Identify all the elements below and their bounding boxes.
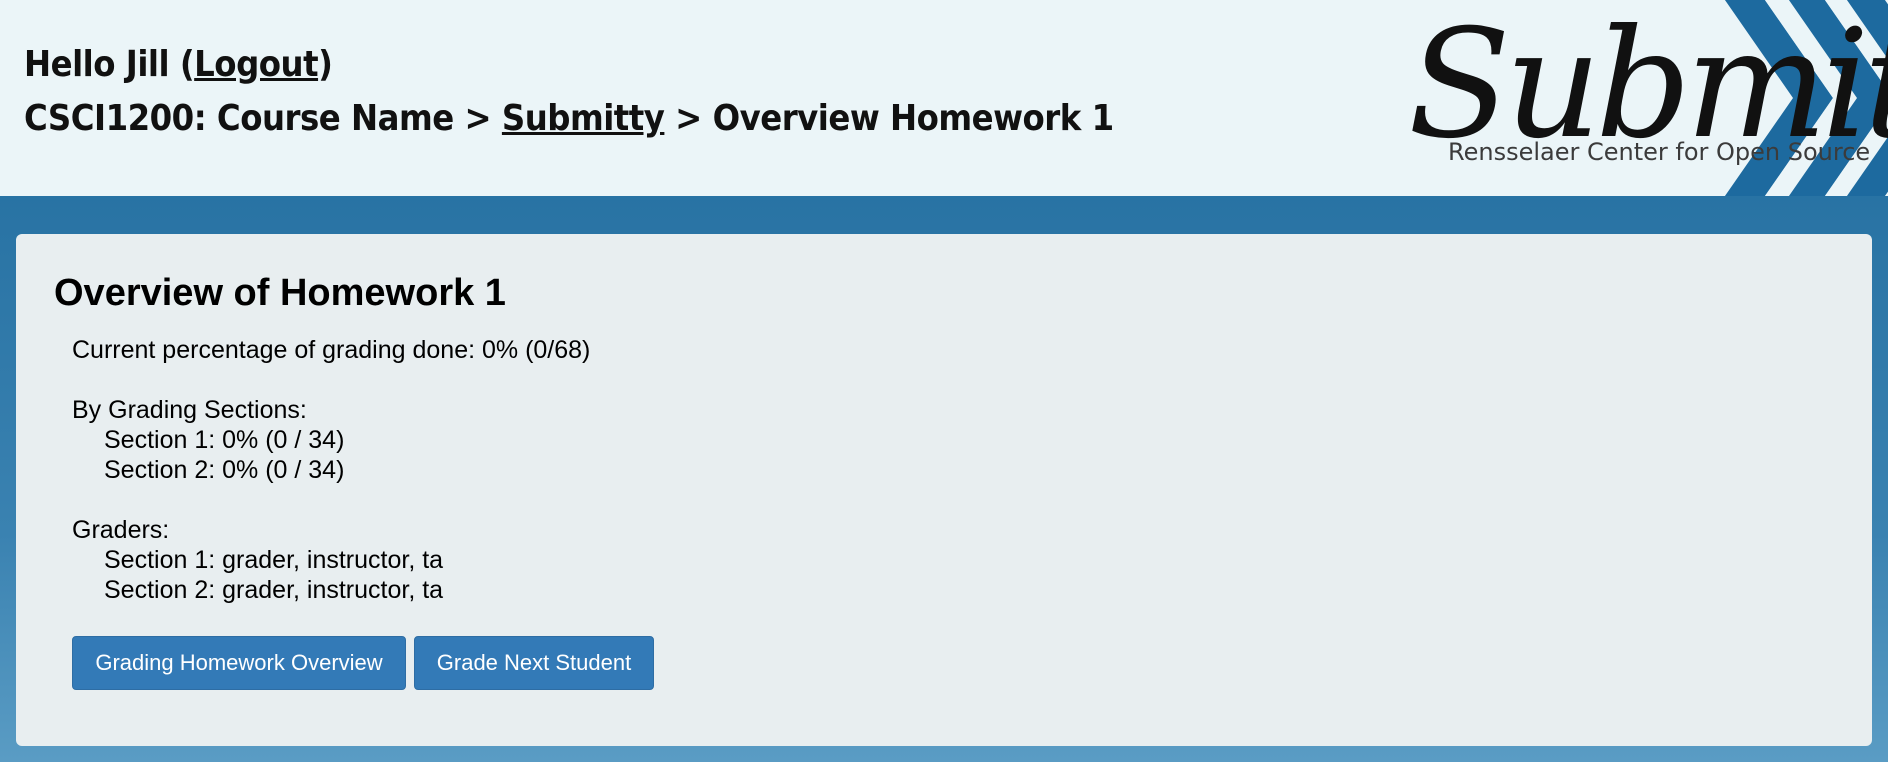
greeting-suffix: ) bbox=[318, 44, 333, 85]
breadcrumb: CSCI1200: Course Name > Submitty > Overv… bbox=[24, 92, 1114, 146]
submitty-logo[interactable]: Submitty Rensselaer Center for Open Sour… bbox=[1288, 0, 1888, 196]
header: Hello Jill (Logout) CSCI1200: Course Nam… bbox=[0, 0, 1888, 196]
section-graders: Section 2: grader, instructor, ta bbox=[104, 576, 444, 604]
grading-homework-overview-button[interactable]: Grading Homework Overview bbox=[72, 636, 406, 690]
breadcrumb-submitty-link[interactable]: Submitty bbox=[502, 98, 665, 139]
section-graders: Section 1: grader, instructor, ta bbox=[104, 546, 444, 574]
by-sections-label: By Grading Sections: bbox=[72, 396, 307, 424]
greeting-prefix: Hello Jill ( bbox=[24, 44, 195, 85]
current-percentage: Current percentage of grading done: 0% (… bbox=[72, 336, 591, 364]
breadcrumb-separator: > bbox=[453, 98, 502, 139]
grade-next-student-button[interactable]: Grade Next Student bbox=[414, 636, 654, 690]
greeting: Hello Jill (Logout) bbox=[24, 38, 1114, 92]
section-progress: Section 1: 0% (0 / 34) bbox=[104, 426, 345, 454]
breadcrumb-course: CSCI1200: Course Name bbox=[24, 98, 454, 139]
logout-link[interactable]: Logout bbox=[194, 44, 318, 85]
overview-panel: Overview of Homework 1 Current percentag… bbox=[16, 234, 1872, 746]
page-title: Overview of Homework 1 bbox=[54, 272, 506, 314]
breadcrumb-page: Overview Homework 1 bbox=[712, 98, 1115, 139]
logo-tagline: Rensselaer Center for Open Source bbox=[1448, 138, 1871, 166]
breadcrumb-separator: > bbox=[664, 98, 713, 139]
graders-label: Graders: bbox=[72, 516, 170, 544]
section-progress: Section 2: 0% (0 / 34) bbox=[104, 456, 345, 484]
header-text: Hello Jill (Logout) CSCI1200: Course Nam… bbox=[24, 38, 1114, 146]
